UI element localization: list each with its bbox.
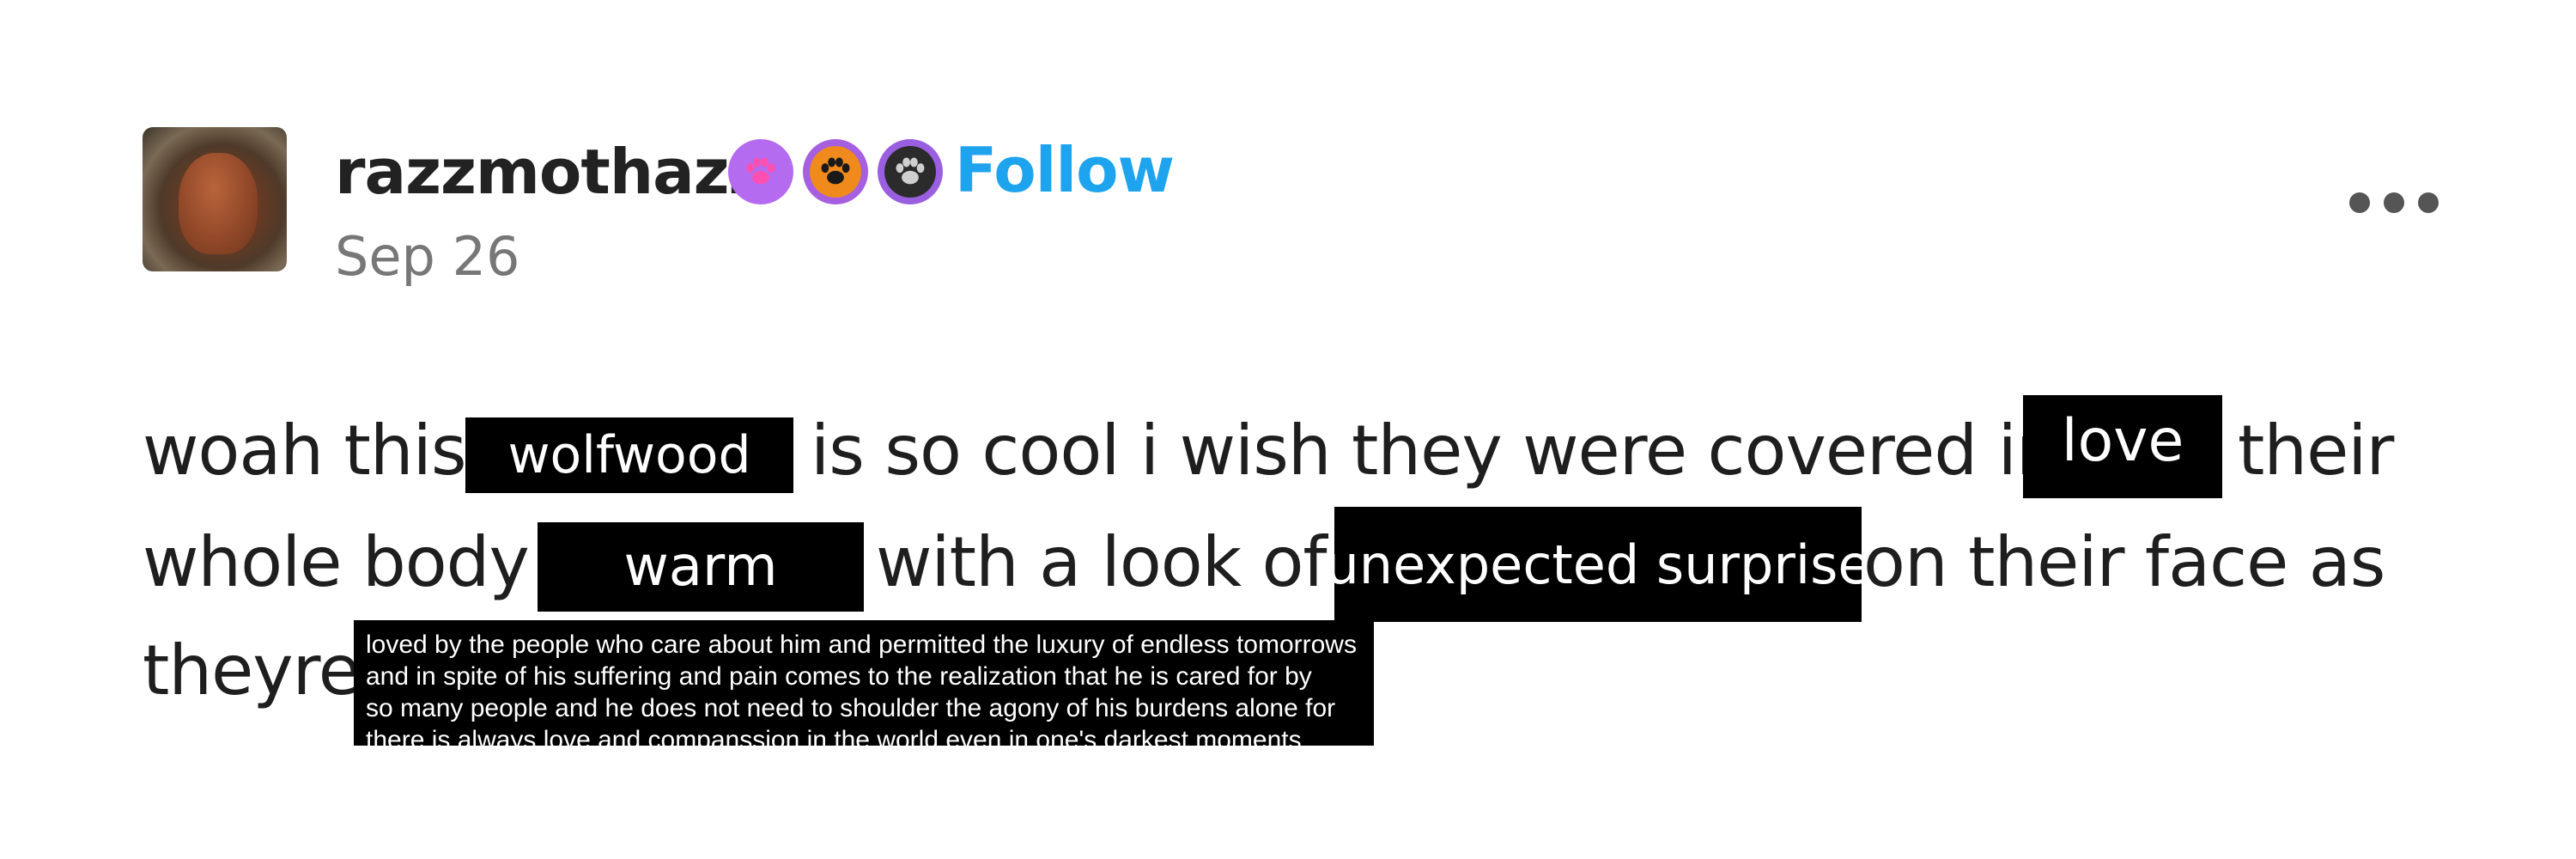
paw-badge-gray-icon[interactable] [878,139,943,204]
body-text: whole body [143,522,530,602]
redaction-box: warm [538,522,864,612]
body-text: woah this [143,411,467,490]
paw-badge-orange-icon[interactable] [803,139,868,204]
note-line: so many people and he does not need to s… [366,694,1336,722]
avatar-image [179,153,258,254]
redaction-box: wolfwood [465,417,793,493]
redaction-box: unexpected surprise [1325,507,1871,622]
note-line: and in spite of his suffering and pain c… [366,662,1312,691]
body-text: is so cool i wish they were covered in [811,411,2060,490]
body-text: on their face as [1863,522,2385,602]
note-line: loved by the people who care about him a… [366,631,1357,659]
dot [2349,192,2370,213]
more-horizontal-icon[interactable] [2349,191,2439,216]
paw-print-icon [821,157,850,185]
post-date[interactable]: Sep 26 [335,225,519,288]
username[interactable]: razzmothazz [335,136,764,208]
paw-badge-inner [884,146,936,198]
redaction-box: love [2023,395,2222,498]
follow-button[interactable]: Follow [955,134,1175,206]
paw-print-icon [746,157,775,185]
body-text: theyre [143,631,361,710]
avatar[interactable] [143,127,287,271]
body-text: with a look of [876,522,1327,602]
dot [2418,192,2439,213]
dot [2384,192,2404,213]
note-line: there is always love and companssion in … [366,726,1302,746]
paw-badge-pink-icon[interactable] [728,139,793,204]
body-text: their [2238,411,2394,490]
redaction-note-box: loved by the people who care about him a… [354,620,1374,746]
paw-badge-inner [810,146,861,198]
paw-print-icon [896,157,925,185]
